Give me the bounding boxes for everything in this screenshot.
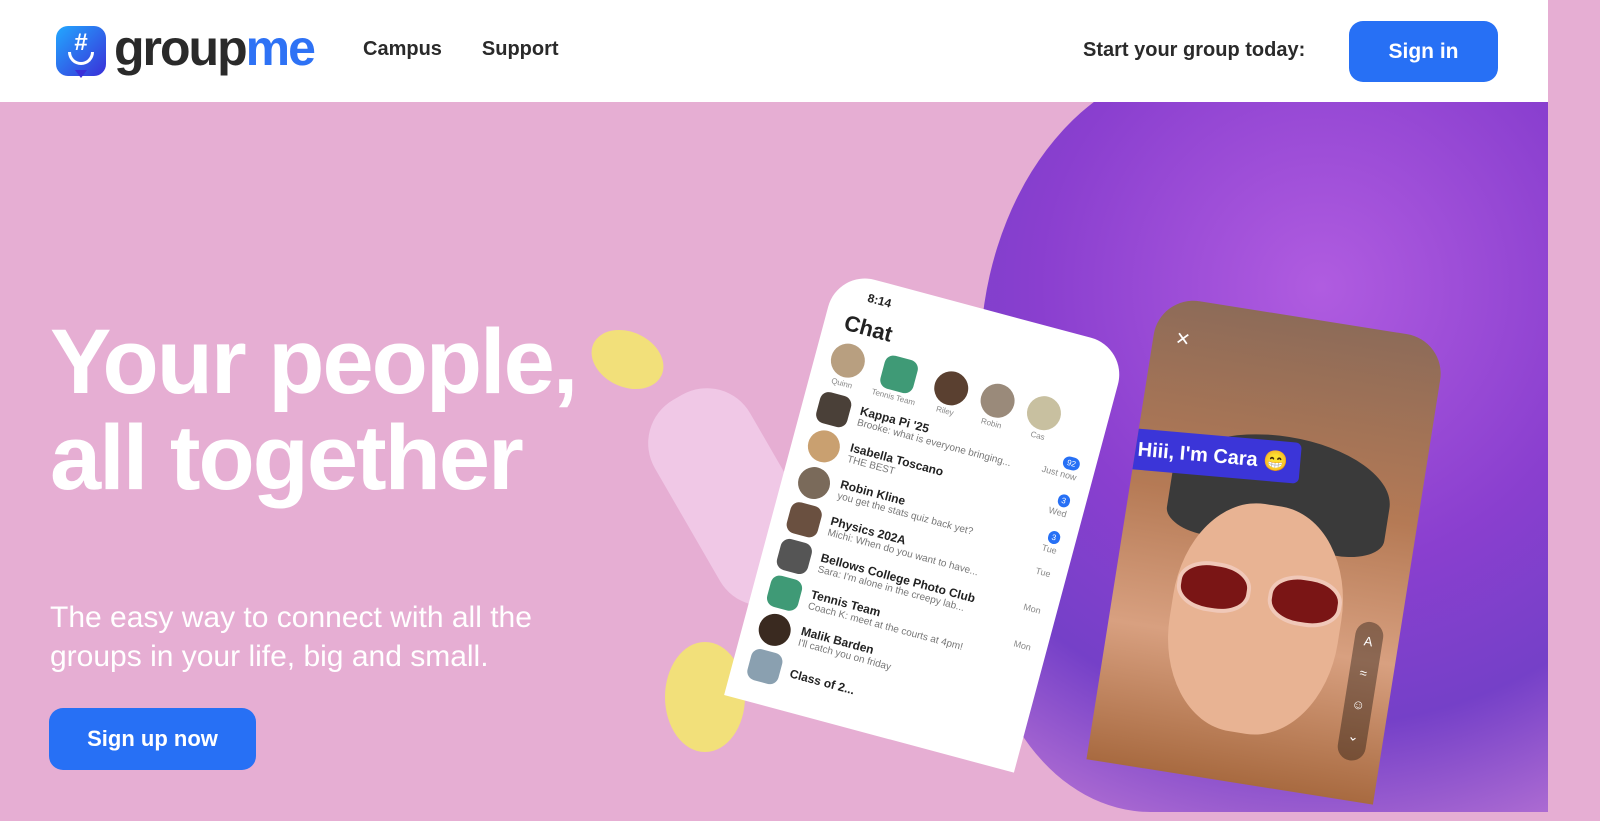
text-tool-icon: A xyxy=(1362,633,1374,650)
avatar xyxy=(784,500,824,540)
avatar xyxy=(814,390,854,430)
avatar xyxy=(794,463,834,503)
avatar xyxy=(755,610,795,650)
sign-in-button[interactable]: Sign in xyxy=(1349,21,1498,82)
avatar xyxy=(827,339,869,382)
site-header: # groupme Campus Support Start your grou… xyxy=(0,0,1548,102)
avatar xyxy=(774,536,814,577)
story-item: Cas xyxy=(1020,392,1065,445)
avatar xyxy=(976,379,1019,422)
logo-icon: # xyxy=(56,26,106,78)
nav-support[interactable]: Support xyxy=(482,38,559,61)
sign-up-button[interactable]: Sign up now xyxy=(49,708,256,770)
camera-tools: A ≈ ☺ ⌄ xyxy=(1335,619,1386,763)
avatar xyxy=(764,573,805,613)
chat-time: Tue xyxy=(1034,565,1052,580)
avatar xyxy=(878,353,921,396)
cta-text: Start your group today: xyxy=(1083,39,1306,61)
story-item: Tennis Team xyxy=(870,352,925,408)
hero-headline: Your people, all together xyxy=(50,311,578,509)
sticker-tool-icon: ☺ xyxy=(1350,696,1367,714)
hero-section: Your people, all together The easy way t… xyxy=(0,102,1548,821)
logo-text: group xyxy=(114,20,248,76)
avatar xyxy=(745,646,785,687)
chevron-down-icon: ⌄ xyxy=(1346,727,1360,745)
logo-text-accent: me xyxy=(245,20,316,76)
story-item: Riley xyxy=(927,367,972,420)
story-item: Quinn xyxy=(824,339,869,393)
hero-subtitle: The easy way to connect with all the gro… xyxy=(50,601,532,673)
close-icon: ✕ xyxy=(1173,328,1192,351)
chat-list: Kappa Pi '25 Brooke: what is everyone bri… xyxy=(745,390,1082,747)
avatar xyxy=(804,426,844,466)
nav-campus[interactable]: Campus xyxy=(363,38,442,61)
main-nav: Campus Support xyxy=(363,38,559,61)
draw-tool-icon: ≈ xyxy=(1358,665,1369,681)
avatar xyxy=(1022,392,1065,434)
chat-time: Tue xyxy=(1040,542,1058,557)
groupme-logo[interactable]: # groupme xyxy=(56,23,316,78)
story-item: Robin xyxy=(973,379,1019,433)
avatar xyxy=(930,367,972,410)
